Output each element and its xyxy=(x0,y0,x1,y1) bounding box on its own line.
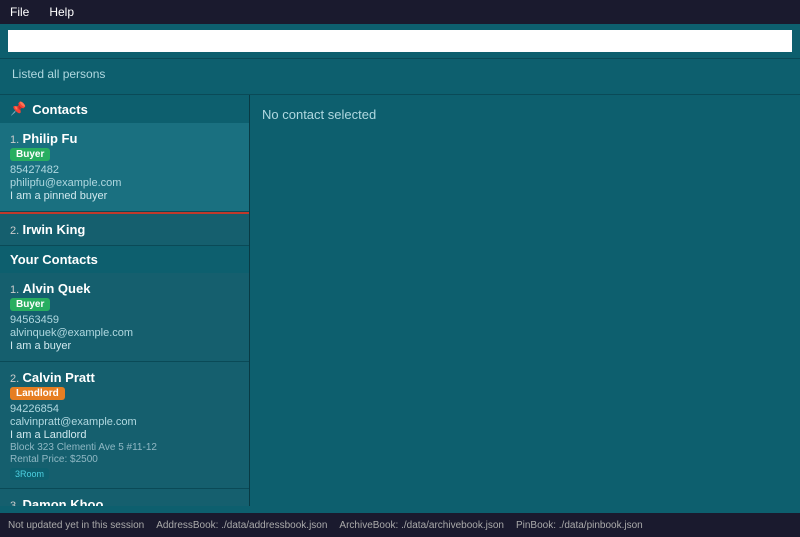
your-contact-note-2: I am a Landlord xyxy=(10,429,239,441)
contact-number-2: 2. xyxy=(10,225,19,237)
your-contact-number-3: 3. xyxy=(10,500,19,506)
your-contact-name-3: Damon Khoo xyxy=(23,497,104,506)
contact-phone-1: 85427482 xyxy=(10,164,239,176)
your-contact-number-2: 2. xyxy=(10,373,19,385)
main-layout: 📌 Contacts 1. Philip Fu Buyer 85427482 p… xyxy=(0,95,800,506)
bottom-status-bar: Not updated yet in this session AddressB… xyxy=(0,513,800,537)
badge-buyer-alvin: Buyer xyxy=(10,298,50,311)
your-contacts-section-title: Your Contacts xyxy=(10,252,98,267)
no-contact-selected-text: No contact selected xyxy=(262,107,376,122)
contacts-section-title: Contacts xyxy=(32,102,88,117)
contact-note-1: I am a pinned buyer xyxy=(10,190,239,202)
contact-item-calvin-pratt[interactable]: 2. Calvin Pratt Landlord 94226854 calvin… xyxy=(0,362,249,489)
file-menu[interactable]: File xyxy=(6,3,33,21)
menu-bar: File Help xyxy=(0,0,800,24)
room-badge-calvin: 3Room xyxy=(10,468,49,480)
left-panel: 📌 Contacts 1. Philip Fu Buyer 85427482 p… xyxy=(0,95,250,506)
search-bar xyxy=(0,24,800,59)
status-text: Listed all persons xyxy=(12,67,105,81)
your-contact-email-2: calvinpratt@example.com xyxy=(10,416,239,428)
your-contacts-section-header: Your Contacts xyxy=(0,246,249,273)
contact-item-alvin-quek[interactable]: 1. Alvin Quek Buyer 94563459 alvinquek@e… xyxy=(0,273,249,362)
right-panel: No contact selected xyxy=(250,95,800,506)
search-input[interactable] xyxy=(8,30,792,52)
session-status: Not updated yet in this session xyxy=(8,520,144,531)
your-contact-number-1: 1. xyxy=(10,284,19,296)
badge-buyer-1: Buyer xyxy=(10,148,50,161)
contact-item-philip-fu[interactable]: 1. Philip Fu Buyer 85427482 philipfu@exa… xyxy=(0,123,249,212)
status-message: Listed all persons xyxy=(0,59,800,95)
your-contact-note-1: I am a buyer xyxy=(10,340,239,352)
your-contact-phone-2: 94226854 xyxy=(10,403,239,415)
badge-landlord-calvin: Landlord xyxy=(10,387,65,400)
contact-name-2: Irwin King xyxy=(23,222,86,237)
contacts-section-header: 📌 Contacts xyxy=(0,95,249,123)
help-menu[interactable]: Help xyxy=(45,3,78,21)
archive-book-path: ArchiveBook: ./data/archivebook.json xyxy=(339,520,504,531)
your-contact-address-2: Block 323 Clementi Ave 5 #11-12 xyxy=(10,442,239,453)
your-contact-name-1: Alvin Quek xyxy=(23,281,91,296)
your-contact-name-2: Calvin Pratt xyxy=(23,370,95,385)
pin-book-path: PinBook: ./data/pinbook.json xyxy=(516,520,643,531)
your-contact-email-1: alvinquek@example.com xyxy=(10,327,239,339)
contact-item-damon-khoo[interactable]: 3. Damon Khoo Tenant xyxy=(0,489,249,506)
your-contact-phone-1: 94563459 xyxy=(10,314,239,326)
address-book-path: AddressBook: ./data/addressbook.json xyxy=(156,520,327,531)
pin-icon: 📌 xyxy=(10,101,26,117)
contact-email-1: philipfu@example.com xyxy=(10,177,239,189)
contact-number-1: 1. xyxy=(10,134,19,146)
your-contact-rental-2: Rental Price: $2500 xyxy=(10,454,239,465)
contact-item-irwin-king[interactable]: 2. Irwin King xyxy=(0,214,249,246)
contact-name-1: Philip Fu xyxy=(23,131,78,146)
